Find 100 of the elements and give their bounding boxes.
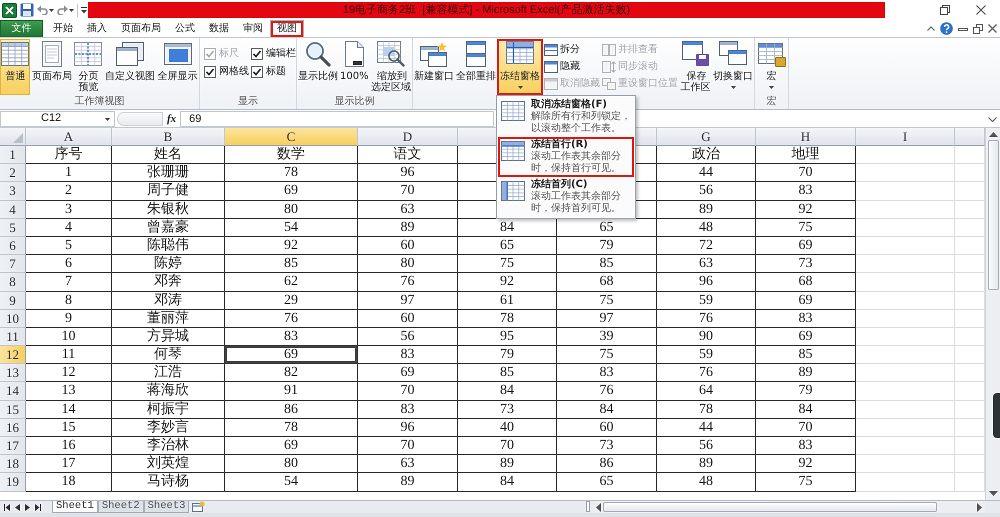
- table-cell: 政治: [657, 146, 756, 164]
- column-header[interactable]: A: [26, 128, 112, 146]
- ribbon-button[interactable]: 显示比例: [297, 39, 339, 95]
- row-header[interactable]: 3: [0, 182, 26, 201]
- checkbox[interactable]: [251, 66, 263, 78]
- scrollbar-thumb[interactable]: [603, 502, 937, 512]
- chevron-down-icon[interactable]: [988, 116, 997, 122]
- ribbon-button[interactable]: 自定义视图: [104, 39, 156, 95]
- help-icon[interactable]: [940, 22, 953, 35]
- save-icon[interactable]: [20, 3, 34, 17]
- triangle-left-icon[interactable]: [15, 504, 20, 510]
- app-icon[interactable]: [2, 2, 17, 18]
- row-header[interactable]: 9: [0, 292, 26, 310]
- row-header[interactable]: 12: [0, 346, 26, 364]
- table-cell: 86: [557, 455, 657, 474]
- ribbon-button[interactable]: 拆分: [543, 42, 601, 58]
- insert-function-button[interactable]: fx: [163, 112, 180, 126]
- scrollbar-thumb[interactable]: [988, 140, 998, 290]
- formula-field[interactable]: 69: [180, 111, 494, 127]
- triangle-right-icon[interactable]: [25, 504, 30, 510]
- file-menu-button[interactable]: 文件: [0, 20, 43, 37]
- row-header[interactable]: 17: [0, 437, 26, 456]
- row-header[interactable]: 8: [0, 273, 26, 292]
- ribbon-tab[interactable]: 插入: [80, 20, 114, 37]
- column-header[interactable]: H: [756, 128, 856, 146]
- ribbon-tab[interactable]: 审阅: [236, 20, 270, 37]
- table-cell: 92: [756, 455, 856, 474]
- row-header[interactable]: 16: [0, 418, 26, 437]
- sheet-tab[interactable]: Sheet2: [98, 501, 144, 513]
- resize-handle[interactable]: [117, 112, 163, 126]
- row-header[interactable]: 1: [0, 146, 26, 164]
- close-icon[interactable]: [988, 24, 997, 33]
- row-header[interactable]: 14: [0, 382, 26, 401]
- row-header[interactable]: 7: [0, 255, 26, 274]
- caret-icon: [49, 8, 54, 12]
- ribbon-tab[interactable]: 视图: [270, 20, 304, 37]
- checkbox-label: 标题: [266, 66, 286, 78]
- row-header[interactable]: 4: [0, 200, 26, 219]
- windows-icon: [602, 78, 616, 90]
- skip-start-icon[interactable]: [4, 504, 10, 510]
- checkbox[interactable]: [251, 48, 263, 60]
- ribbon-button[interactable]: 分页预览: [73, 39, 104, 95]
- dropdown-button[interactable]: 切换窗口: [712, 39, 754, 95]
- ribbon-button[interactable]: 新建窗口: [413, 39, 455, 95]
- row-header[interactable]: 18: [0, 455, 26, 474]
- menu-item[interactable]: 冻结首列(C) 滚动工作表其余部分时，保持首列可见。: [498, 177, 634, 217]
- dropdown-button[interactable]: 宏: [756, 39, 786, 95]
- sheet-tab[interactable]: Sheet3: [144, 501, 190, 513]
- skip-end-icon[interactable]: [35, 504, 41, 510]
- row-header[interactable]: 6: [0, 236, 26, 256]
- window-icon: [544, 78, 558, 90]
- side-handle[interactable]: [993, 393, 1000, 438]
- ribbon-button[interactable]: 全部重排: [455, 39, 497, 95]
- table-cell: 65: [557, 473, 657, 492]
- table-cell: 75: [458, 255, 557, 274]
- name-box[interactable]: C12: [0, 111, 115, 127]
- sheet-tab[interactable]: Sheet1: [52, 501, 98, 513]
- ribbon-button[interactable]: 页面布局: [30, 39, 73, 95]
- ribbon-button[interactable]: 缩放到选定区域: [370, 39, 413, 95]
- ribbon-tab[interactable]: 开始: [46, 20, 80, 37]
- ribbon-tab[interactable]: 页面布局: [114, 20, 168, 37]
- column-header[interactable]: D: [358, 128, 458, 146]
- column-header[interactable]: G: [657, 128, 756, 146]
- scroll-left-icon[interactable]: [596, 502, 601, 512]
- menu-item[interactable]: 冻结首行(R) 滚动工作表其余部分时，保持首行可见。: [498, 137, 634, 177]
- table-cell: 54: [225, 473, 358, 492]
- ribbon-button[interactable]: 全屏显示: [156, 39, 199, 95]
- scroll-right-icon[interactable]: [977, 502, 982, 512]
- row-header[interactable]: 2: [0, 164, 26, 182]
- ribbon-button[interactable]: 100%: [339, 39, 370, 95]
- ribbon-button[interactable]: 普通: [0, 39, 30, 95]
- chevron-up-icon[interactable]: [927, 26, 935, 31]
- table-cell: 82: [225, 364, 358, 382]
- row-header[interactable]: 13: [0, 364, 26, 382]
- close-icon[interactable]: [976, 5, 986, 15]
- ribbon-button[interactable]: 保存工作区: [679, 39, 712, 95]
- column-header[interactable]: B: [112, 128, 225, 146]
- table-cell: 83: [358, 346, 458, 364]
- restore-icon[interactable]: [940, 5, 950, 15]
- dropdown-button[interactable]: 冻结窗格: [497, 39, 543, 95]
- menu-item[interactable]: 取消冻结窗格(F) 解除所有行和列锁定，以滚动整个工作表。: [498, 97, 634, 137]
- ribbon-tab[interactable]: 公式: [168, 20, 202, 37]
- row-header[interactable]: 10: [0, 310, 26, 328]
- row-header[interactable]: 19: [0, 473, 26, 492]
- split-handle[interactable]: [586, 501, 590, 512]
- ribbon-button[interactable]: 隐藏: [543, 59, 601, 75]
- row-header[interactable]: 11: [0, 328, 26, 346]
- scroll-up-icon[interactable]: [988, 132, 998, 137]
- column-header[interactable]: C: [225, 128, 358, 146]
- page-arrow-icon: [602, 61, 616, 73]
- table-cell: 89: [657, 200, 756, 219]
- restore-icon[interactable]: [973, 24, 983, 34]
- table-cell: 79: [458, 346, 557, 364]
- column-header[interactable]: I: [856, 128, 955, 146]
- ribbon-tab[interactable]: 数据: [202, 20, 236, 37]
- row-header[interactable]: 5: [0, 218, 26, 237]
- checkbox[interactable]: [204, 66, 216, 78]
- row-header[interactable]: 15: [0, 400, 26, 419]
- scroll-down-icon[interactable]: [988, 491, 998, 496]
- bar-caret-icon[interactable]: [81, 6, 87, 14]
